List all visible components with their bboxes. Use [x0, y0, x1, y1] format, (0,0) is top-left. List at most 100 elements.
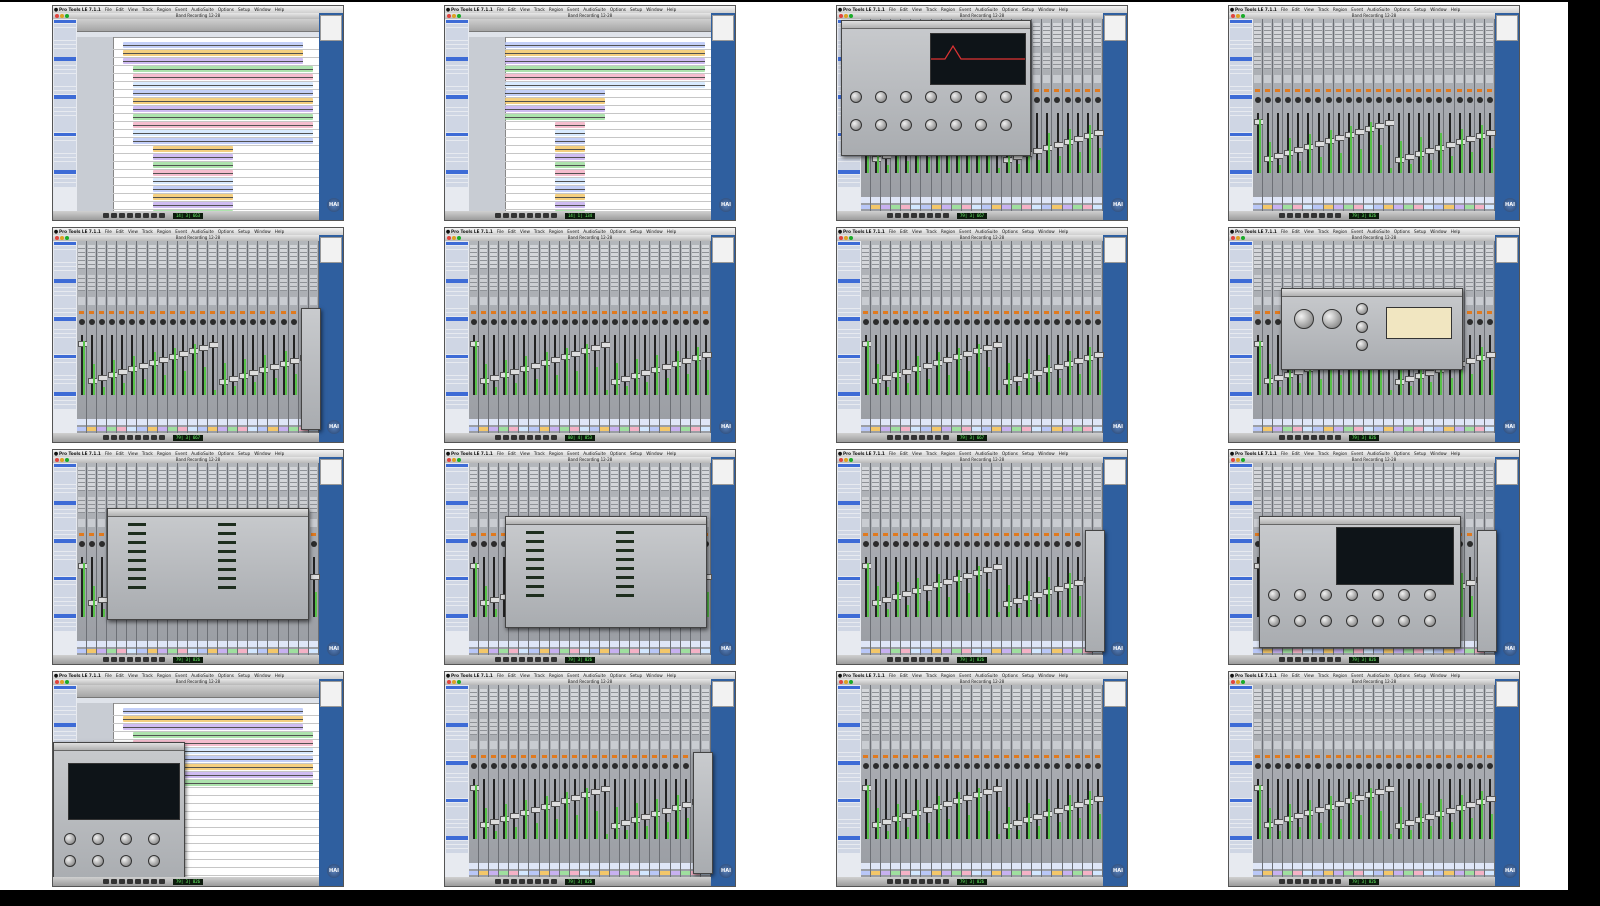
track-name-plate[interactable]	[77, 419, 87, 425]
insert-slots[interactable]	[98, 245, 106, 269]
track-list-item[interactable]	[1230, 509, 1252, 514]
record-button[interactable]	[672, 755, 678, 758]
track-name-plate[interactable]	[1062, 863, 1072, 869]
eq-knob[interactable]	[925, 119, 937, 131]
pan-knob[interactable]	[250, 319, 257, 325]
audio-region[interactable]	[133, 98, 313, 104]
pan-knob[interactable]	[1014, 763, 1021, 769]
track-list-item[interactable]	[54, 488, 76, 493]
eq-knob[interactable]	[120, 833, 132, 845]
menu-item-region[interactable]: Region	[1333, 7, 1347, 12]
record-button[interactable]	[230, 311, 236, 314]
track-list-item[interactable]	[446, 32, 468, 36]
io-selector[interactable]	[1344, 75, 1352, 83]
track-list-item[interactable]	[54, 36, 76, 40]
insert-slots[interactable]	[1374, 23, 1383, 47]
track-name-plate[interactable]	[1384, 197, 1394, 203]
send-slots[interactable]	[480, 719, 488, 735]
menu-item-help[interactable]: Help	[667, 229, 677, 234]
track-list-item[interactable]	[1230, 471, 1252, 476]
track-list-item[interactable]	[54, 245, 76, 250]
loop-button[interactable]	[159, 657, 165, 662]
track-list-item[interactable]	[446, 149, 468, 153]
insert-slots[interactable]	[470, 245, 478, 269]
pan-knob[interactable]	[903, 319, 910, 325]
track-list-item[interactable]	[446, 543, 468, 547]
track-name-plate[interactable]	[971, 419, 981, 425]
io-selector[interactable]	[490, 741, 498, 749]
insert-slots[interactable]	[962, 467, 970, 491]
menu-item-help[interactable]: Help	[275, 673, 285, 678]
insert-slots[interactable]	[952, 467, 960, 491]
insert-slots[interactable]	[972, 467, 980, 491]
record-button[interactable]	[89, 533, 95, 536]
track-name-plate[interactable]	[881, 863, 891, 869]
track-name-plate[interactable]	[579, 863, 589, 869]
record-button[interactable]	[1024, 311, 1030, 314]
track-list-item[interactable]	[446, 836, 468, 840]
track-name-plate[interactable]	[680, 419, 690, 425]
track-list-item[interactable]	[54, 702, 76, 706]
track-list-item[interactable]	[838, 241, 860, 246]
io-selector[interactable]	[932, 297, 940, 305]
insert-slots[interactable]	[480, 467, 488, 491]
minimize-icon[interactable]	[1236, 14, 1240, 18]
record-button[interactable]	[151, 657, 157, 662]
record-button[interactable]	[491, 311, 497, 314]
track-list-item[interactable]	[54, 287, 76, 292]
fader-cap[interactable]	[1093, 796, 1104, 802]
track-name-plate[interactable]	[1293, 863, 1303, 869]
track-list-item[interactable]	[446, 786, 468, 790]
track-list-item[interactable]	[446, 329, 468, 334]
track-name-plate[interactable]	[610, 641, 620, 647]
track-list-item[interactable]	[54, 32, 76, 36]
pan-knob[interactable]	[1285, 763, 1292, 769]
insert-slots[interactable]	[1073, 467, 1081, 491]
insert-slots[interactable]	[510, 245, 518, 269]
insert-slots[interactable]	[1304, 467, 1312, 491]
pan-knob[interactable]	[672, 763, 679, 769]
send-slots[interactable]	[872, 275, 880, 291]
pan-knob[interactable]	[983, 319, 990, 325]
insert-slots[interactable]	[570, 245, 578, 269]
stop-button[interactable]	[135, 879, 141, 884]
track-name-plate[interactable]	[559, 641, 569, 647]
io-selector[interactable]	[1073, 297, 1081, 305]
menu-item-window[interactable]: Window	[254, 451, 271, 456]
insert-slots[interactable]	[309, 245, 317, 269]
track-name-plate[interactable]	[992, 863, 1002, 869]
record-button[interactable]	[1345, 89, 1351, 92]
track-list-item[interactable]	[1230, 291, 1252, 296]
track-list-item[interactable]	[838, 325, 860, 329]
stop-button[interactable]	[919, 657, 925, 662]
track-name-plate[interactable]	[1283, 419, 1293, 425]
track-name-plate[interactable]	[1012, 641, 1022, 647]
insert-slots[interactable]	[962, 689, 970, 713]
send-slots[interactable]	[198, 275, 207, 291]
menu-item-region[interactable]: Region	[549, 451, 563, 456]
track-name-plate[interactable]	[97, 641, 107, 647]
track-list-item[interactable]	[1230, 115, 1252, 120]
menu-item-setup[interactable]: Setup	[238, 7, 250, 12]
record-button[interactable]	[923, 755, 929, 758]
close-icon[interactable]	[1231, 680, 1235, 684]
menu-item-file[interactable]: File	[889, 451, 896, 456]
send-slots[interactable]	[1435, 497, 1443, 513]
pan-knob[interactable]	[943, 319, 950, 325]
menu-item-region[interactable]: Region	[157, 451, 171, 456]
insert-slots[interactable]	[952, 245, 960, 269]
io-selector[interactable]	[1053, 741, 1061, 749]
send-slots[interactable]	[952, 275, 960, 291]
fast-forward-button[interactable]	[903, 657, 909, 662]
pan-knob[interactable]	[953, 541, 960, 547]
track-list-item[interactable]	[838, 719, 860, 723]
track-list-item[interactable]	[446, 564, 468, 568]
menu-item-window[interactable]: Window	[1038, 673, 1055, 678]
track-name-plate[interactable]	[620, 641, 630, 647]
track-name-plate[interactable]	[197, 641, 208, 647]
menu-item-audiosuite[interactable]: AudioSuite	[583, 451, 606, 456]
menu-item-region[interactable]: Region	[549, 673, 563, 678]
send-slots[interactable]	[651, 275, 659, 291]
send-slots[interactable]	[922, 497, 930, 513]
track-list-item[interactable]	[54, 522, 76, 526]
